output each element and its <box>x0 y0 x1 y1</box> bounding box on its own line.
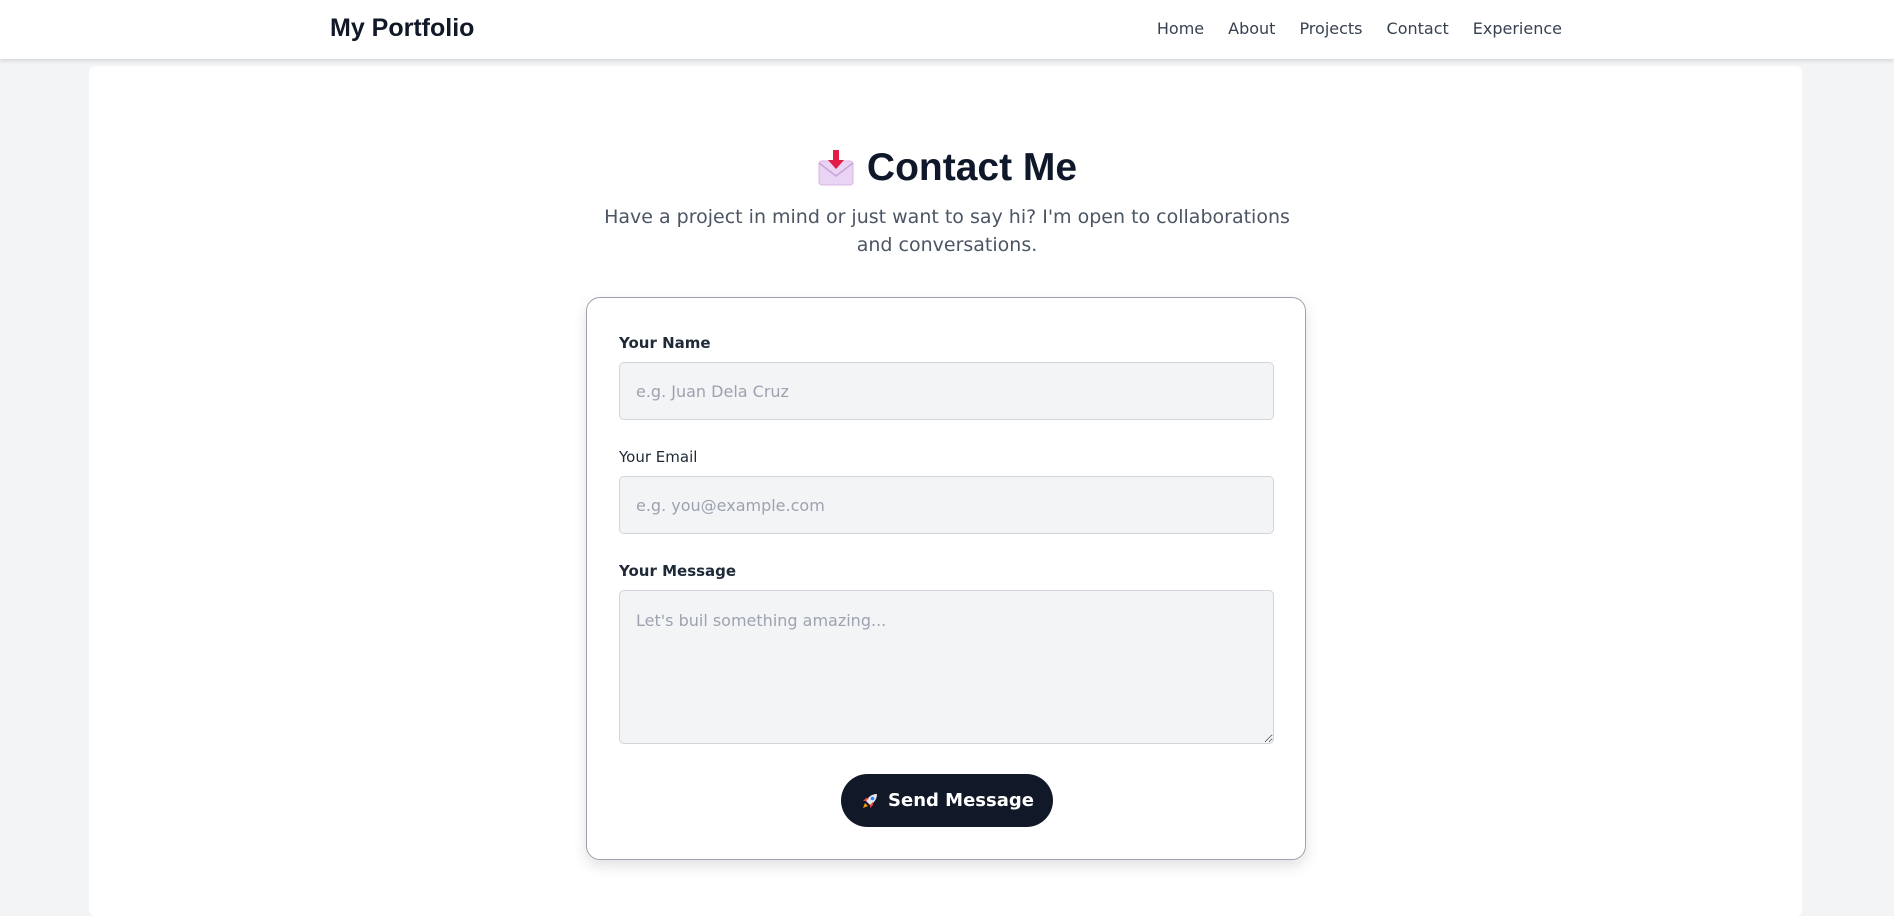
nav-links: Home About Projects Contact Experience <box>1157 19 1562 38</box>
message-textarea[interactable] <box>619 590 1274 744</box>
nav-link-contact[interactable]: Contact <box>1387 19 1449 38</box>
nav-link-about[interactable]: About <box>1228 19 1275 38</box>
incoming-envelope-icon <box>817 149 855 187</box>
send-message-button[interactable]: Send Message <box>841 774 1053 827</box>
email-label: Your Email <box>619 448 698 466</box>
message-label: Your Message <box>619 562 737 580</box>
page-heading: Contact Me <box>0 146 1894 190</box>
name-label: Your Name <box>619 334 711 352</box>
nav-link-projects[interactable]: Projects <box>1299 19 1362 38</box>
name-input[interactable] <box>619 362 1274 420</box>
rocket-icon <box>860 791 880 811</box>
nav-link-home[interactable]: Home <box>1157 19 1204 38</box>
navbar: My Portfolio Home About Projects Contact… <box>0 0 1894 59</box>
contact-form: Your Name Your Email Your Message Send M… <box>586 297 1306 860</box>
page-subtitle: Have a project in mind or just want to s… <box>604 206 1290 256</box>
email-input[interactable] <box>619 476 1274 534</box>
send-message-label: Send Message <box>888 790 1034 811</box>
brand-logo[interactable]: My Portfolio <box>330 14 474 43</box>
page-title: Contact Me <box>866 146 1078 189</box>
nav-link-experience[interactable]: Experience <box>1473 19 1562 38</box>
